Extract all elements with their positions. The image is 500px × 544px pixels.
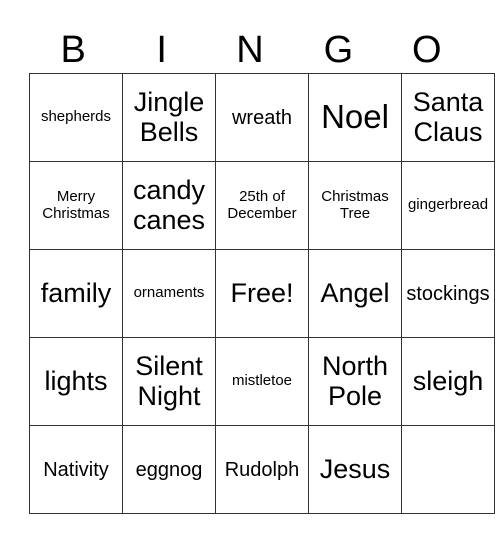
bingo-cell[interactable]: Rudolph	[215, 425, 309, 514]
bingo-cell[interactable]: family	[29, 249, 123, 338]
bingo-cell[interactable]: gingerbread	[401, 161, 495, 250]
bingo-cell[interactable]: North Pole	[308, 337, 402, 426]
grid-row: Nativity eggnog Rudolph Jesus	[29, 425, 495, 514]
bingo-cell[interactable]: ornaments	[122, 249, 216, 338]
bingo-cell[interactable]: Free!	[215, 249, 309, 338]
bingo-cell[interactable]: sleigh	[401, 337, 495, 426]
bingo-cell[interactable]: Silent Night	[122, 337, 216, 426]
bingo-cell[interactable]: mistletoe	[215, 337, 309, 426]
bingo-cell[interactable]: Christmas Tree	[308, 161, 402, 250]
header-letter: G	[323, 29, 354, 71]
header-letter: O	[412, 29, 442, 71]
grid-row: lights Silent Night mistletoe North Pole sle…	[29, 337, 495, 426]
bingo-cell[interactable]	[401, 425, 495, 514]
bingo-cell[interactable]: Merry Christmas	[29, 161, 123, 250]
bingo-cell[interactable]: wreath	[215, 73, 309, 162]
bingo-cell[interactable]: Angel	[308, 249, 402, 338]
bingo-cell[interactable]: 25th of December	[215, 161, 309, 250]
bingo-cell[interactable]: candy canes	[122, 161, 216, 250]
bingo-cell[interactable]: lights	[29, 337, 123, 426]
bingo-cell[interactable]: Jingle Bells	[122, 73, 216, 162]
bingo-cell[interactable]: eggnog	[122, 425, 216, 514]
bingo-cell[interactable]: Noel	[308, 73, 402, 162]
bingo-cell[interactable]: stockings	[401, 249, 495, 338]
header-letter: I	[156, 29, 167, 71]
grid-row: family ornaments Free! Angel stockings	[29, 249, 495, 338]
bingo-cell[interactable]: Santa Claus	[401, 73, 495, 162]
bingo-cell[interactable]: Nativity	[29, 425, 123, 514]
grid-row: shepherds Jingle Bells wreath Noel Santa Cla…	[29, 73, 495, 162]
grid-row: Merry Christmas candy canes 25th of Decemb…	[29, 161, 495, 250]
header-letter: N	[236, 29, 264, 71]
bingo-cell[interactable]: shepherds	[29, 73, 123, 162]
header-letter: B	[60, 29, 86, 71]
bingo-grid: shepherds Jingle Bells wreath Noel Santa Cla…	[29, 73, 495, 514]
bingo-cell[interactable]: Jesus	[308, 425, 402, 514]
bingo-header: B I N G O	[29, 28, 471, 73]
